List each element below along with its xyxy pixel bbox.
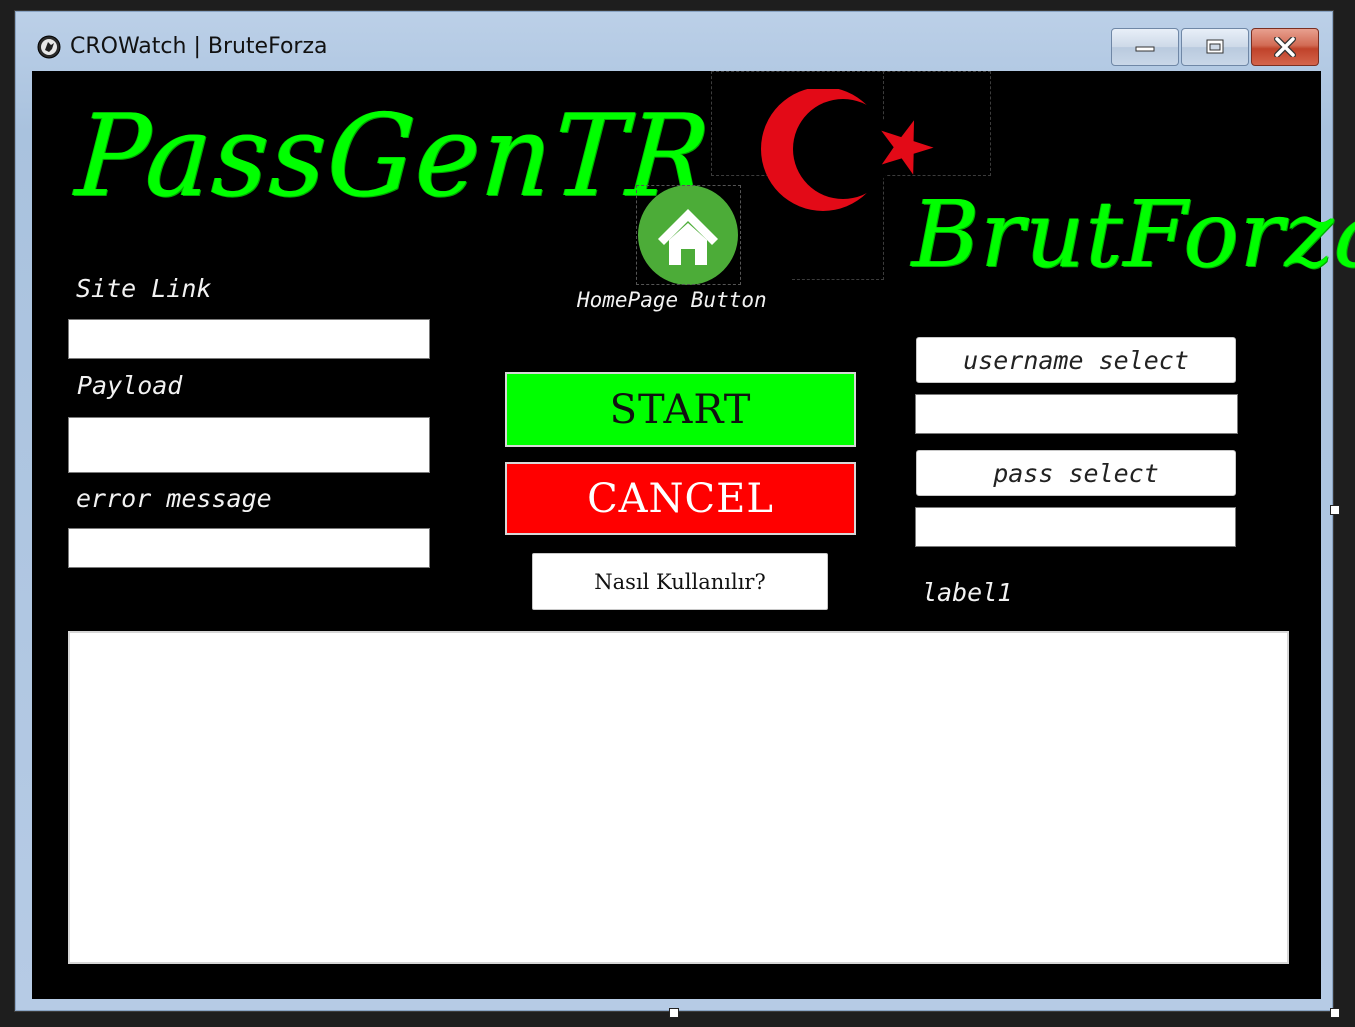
cancel-button[interactable]: CANCEL: [505, 462, 856, 535]
resize-handle-bottom[interactable]: [669, 1008, 679, 1018]
form-client-area: PassGenTR BrutForza HomePage Button Site…: [32, 71, 1355, 999]
username-path-input[interactable]: [915, 394, 1238, 434]
site-link-label: Site Link: [76, 274, 212, 303]
minimize-button[interactable]: [1111, 28, 1179, 66]
close-button[interactable]: [1251, 28, 1319, 66]
crow-app-icon: [37, 35, 61, 59]
resize-handle-right[interactable]: [1330, 505, 1340, 515]
start-button[interactable]: START: [505, 372, 856, 447]
payload-input[interactable]: [68, 417, 430, 473]
payload-label: Payload: [77, 371, 183, 400]
brutforza-logo: BrutForza: [912, 181, 1355, 288]
home-picturebox-bounds: [636, 185, 741, 285]
site-link-input[interactable]: [68, 319, 430, 359]
window-title: CROWatch | BruteForza: [70, 34, 328, 59]
error-message-label: error message: [76, 484, 272, 513]
passgentr-logo: PassGenTR: [72, 90, 716, 223]
title-bar[interactable]: CROWatch | BruteForza: [15, 11, 1333, 69]
close-icon: [1274, 37, 1296, 57]
pass-select-button[interactable]: pass select: [916, 450, 1236, 496]
pass-path-input[interactable]: [915, 507, 1236, 547]
maximize-icon: [1206, 39, 1224, 54]
maximize-button[interactable]: [1181, 28, 1249, 66]
username-select-button[interactable]: username select: [916, 337, 1236, 383]
app-window: CROWatch | BruteForza PassGenTR BrutForz…: [14, 10, 1355, 1012]
how-to-use-button[interactable]: Nasıl Kullanılır?: [532, 553, 828, 610]
output-textarea[interactable]: [68, 631, 1289, 964]
resize-handle-corner[interactable]: [1330, 1008, 1340, 1018]
status-label: label1: [922, 578, 1013, 607]
minimize-icon: [1135, 46, 1155, 52]
homepage-button[interactable]: [636, 185, 741, 285]
homepage-button-label: HomePage Button: [577, 288, 767, 312]
error-message-input[interactable]: [68, 528, 430, 568]
